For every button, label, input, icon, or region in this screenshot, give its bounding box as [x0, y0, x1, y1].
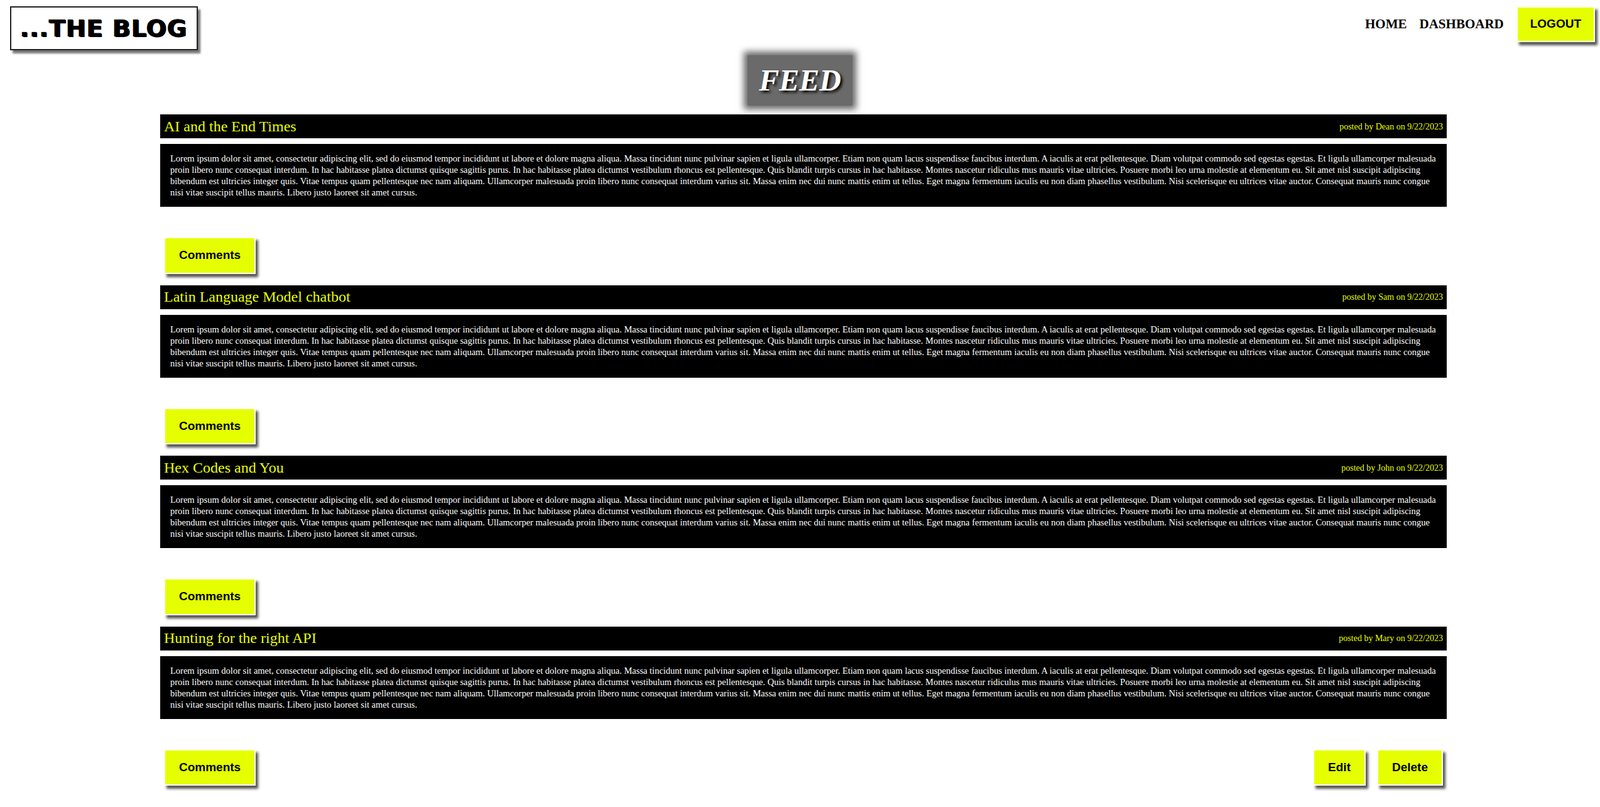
title-area: FEED: [0, 55, 1600, 106]
post-body: Lorem ipsum dolor sit amet, consectetur …: [160, 314, 1447, 378]
post-footer: Comments Edit Delete: [160, 748, 1447, 786]
post-body: Lorem ipsum dolor sit amet, consectetur …: [160, 143, 1447, 207]
post-header: Latin Language Model chatbot posted by Sa…: [160, 285, 1447, 310]
comments-button[interactable]: Comments: [163, 236, 256, 274]
nav-link[interactable]: HOME: [1360, 14, 1413, 35]
post-title[interactable]: Latin Language Model chatbot: [163, 287, 351, 306]
post-body: Lorem ipsum dolor sit amet, consectetur …: [160, 655, 1447, 719]
post-meta: posted by Sam on 9/22/2023: [1342, 290, 1443, 304]
post-body: Lorem ipsum dolor sit amet, consectetur …: [160, 484, 1447, 548]
post-footer: Comments: [160, 407, 1447, 445]
post-title[interactable]: AI and the End Times: [163, 117, 297, 136]
comments-button[interactable]: Comments: [163, 407, 256, 445]
post-meta: posted by Dean on 9/22/2023: [1339, 119, 1443, 134]
post-meta: posted by Mary on 9/22/2023: [1338, 631, 1443, 645]
post-title[interactable]: Hunting for the right API: [163, 628, 317, 648]
post: Hunting for the right API posted by Mary …: [160, 626, 1447, 786]
edit-button[interactable]: Edit: [1312, 748, 1366, 786]
logo[interactable]: ...THE BLOG: [10, 6, 198, 51]
post-actions: Edit Delete: [1312, 748, 1443, 786]
comments-button[interactable]: Comments: [163, 577, 256, 615]
main-nav: HOMEDASHBOARD LOGOUT: [1360, 6, 1595, 43]
post-header: AI and the End Times posted by Dean on 9/…: [160, 114, 1447, 139]
post-title[interactable]: Hex Codes and You: [163, 458, 284, 477]
post-header: Hex Codes and You posted by John on 9/22/…: [160, 455, 1447, 480]
post: Hex Codes and You posted by John on 9/22/…: [160, 455, 1447, 615]
logout-button[interactable]: LOGOUT: [1516, 6, 1595, 43]
post: Latin Language Model chatbot posted by Sa…: [160, 285, 1447, 445]
top-bar: ...THE BLOG HOMEDASHBOARD LOGOUT: [0, 0, 1600, 51]
comments-button[interactable]: Comments: [163, 748, 256, 786]
delete-button[interactable]: Delete: [1376, 748, 1443, 786]
page-title: FEED: [747, 55, 853, 106]
post-meta: posted by John on 9/22/2023: [1341, 461, 1443, 475]
post-footer: Comments: [160, 236, 1447, 274]
post: AI and the End Times posted by Dean on 9/…: [160, 114, 1447, 274]
post-footer: Comments: [160, 577, 1447, 615]
nav-link[interactable]: DASHBOARD: [1414, 14, 1509, 35]
post-header: Hunting for the right API posted by Mary …: [160, 626, 1447, 651]
feed: AI and the End Times posted by Dean on 9/…: [160, 114, 1447, 786]
